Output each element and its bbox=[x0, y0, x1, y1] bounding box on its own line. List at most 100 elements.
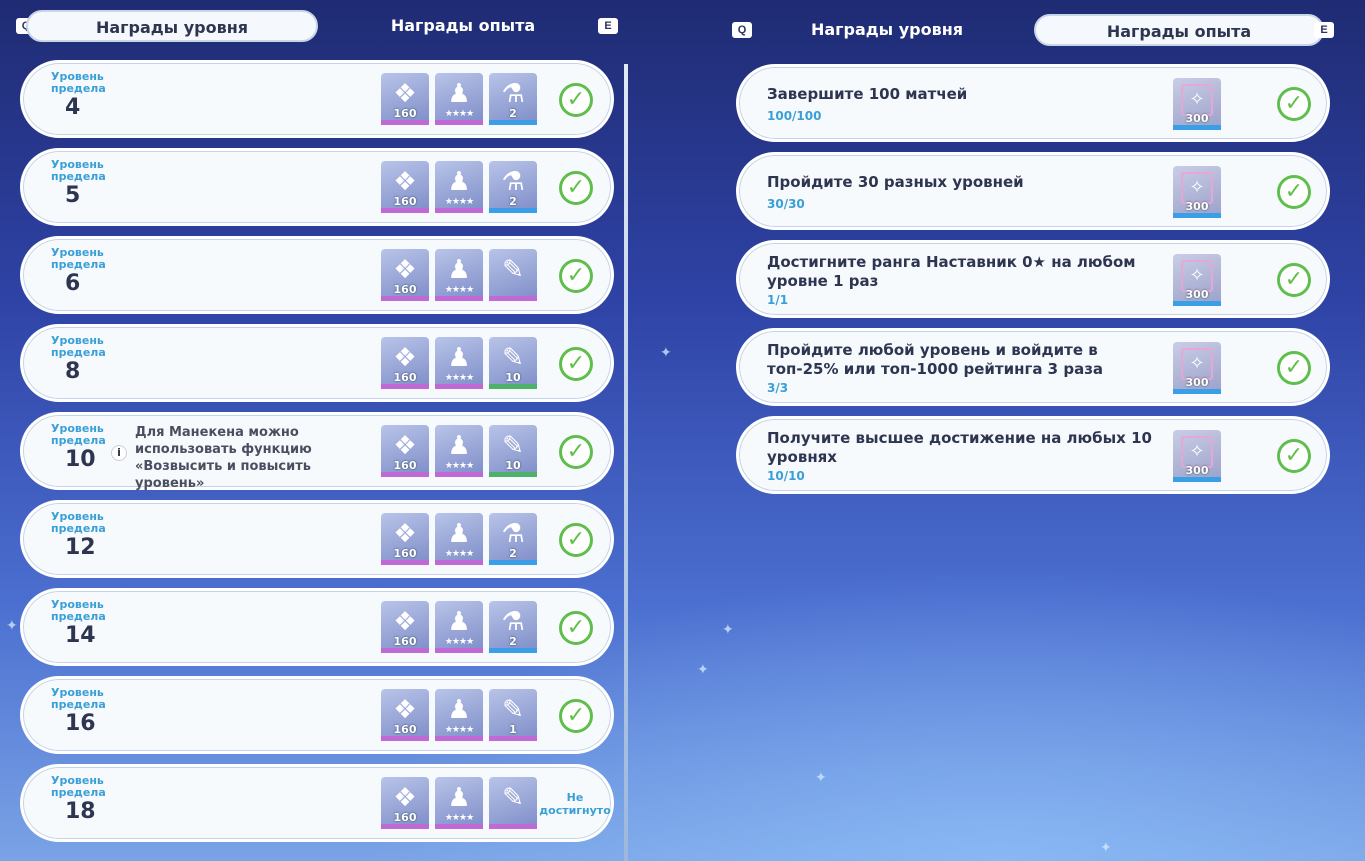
exp-task-row[interactable]: Достигните ранга Наставник 0★ на любом у… bbox=[736, 240, 1330, 318]
check-icon: ✓ bbox=[559, 523, 593, 557]
rarity-bar bbox=[1173, 301, 1221, 306]
reward-item[interactable]: ❖ 160 bbox=[381, 777, 429, 829]
reward-item[interactable]: ♟ ★★★★ bbox=[435, 689, 483, 741]
rarity-bar bbox=[489, 472, 537, 477]
check-icon: ✓ bbox=[559, 171, 593, 205]
reward-count: ★★★★ bbox=[444, 549, 474, 559]
brush-icon: ✎ bbox=[502, 255, 524, 285]
reward-item[interactable]: ❖ 160 bbox=[381, 161, 429, 213]
reward-item[interactable]: ♟ ★★★★ bbox=[435, 249, 483, 301]
reward-item[interactable]: ✧ 300 bbox=[1173, 78, 1221, 130]
level-reward-row[interactable]: Уровень предела 12 ❖ 160 ♟ ★★★★ ⚗ 2 ✓ bbox=[20, 500, 614, 578]
crystal-icon: ❖ bbox=[393, 343, 417, 373]
rarity-bar bbox=[435, 120, 483, 125]
level-reward-row[interactable]: Уровень предела 5 ❖ 160 ♟ ★★★★ ⚗ 2 ✓ bbox=[20, 148, 614, 226]
exp-task-row[interactable]: Пройдите 30 разных уровней 30/30 ✧ 300 ✓ bbox=[736, 152, 1330, 230]
rarity-bar bbox=[435, 736, 483, 741]
exp-rewards-panel: Q Награды уровня Награды опыта E Заверши… bbox=[628, 0, 1365, 861]
level-reward-row[interactable]: Уровень предела 4 ❖ 160 ♟ ★★★★ ⚗ 2 ✓ bbox=[20, 60, 614, 138]
rarity-bar bbox=[1173, 389, 1221, 394]
tab-exp-rewards[interactable]: Награды опыта bbox=[318, 10, 608, 42]
reward-item[interactable]: ♟ ★★★★ bbox=[435, 337, 483, 389]
crystal-icon: ❖ bbox=[393, 607, 417, 637]
reward-item[interactable]: ✎ 10 bbox=[489, 337, 537, 389]
check-icon: ✓ bbox=[1277, 263, 1311, 297]
exp-task-row[interactable]: Получите высшее достижение на любых 10 у… bbox=[736, 416, 1330, 494]
reward-item[interactable]: ♟ ★★★★ bbox=[435, 601, 483, 653]
reward-item[interactable]: ✧ 300 bbox=[1173, 430, 1221, 482]
reward-item[interactable]: ✎ 10 bbox=[489, 425, 537, 477]
reward-item[interactable]: ♟ ★★★★ bbox=[435, 425, 483, 477]
rarity-bar bbox=[435, 384, 483, 389]
tab-level-rewards[interactable]: Награды уровня bbox=[26, 10, 318, 42]
reward-item[interactable]: ⚗ 2 bbox=[489, 513, 537, 565]
reward-item[interactable]: ❖ 160 bbox=[381, 689, 429, 741]
reward-count: ★★★★ bbox=[444, 461, 474, 471]
check-icon: ✓ bbox=[559, 83, 593, 117]
task-title: Получите высшее достижение на любых 10 у… bbox=[767, 429, 1152, 466]
reward-item[interactable]: ❖ 160 bbox=[381, 73, 429, 125]
reward-count: 300 bbox=[1185, 376, 1209, 389]
level-number: 10 bbox=[65, 447, 96, 472]
reward-item[interactable]: ❖ 160 bbox=[381, 337, 429, 389]
rarity-bar bbox=[435, 648, 483, 653]
reward-item[interactable]: ⚗ 2 bbox=[489, 161, 537, 213]
level-reward-row[interactable]: Уровень предела 18 ❖ 160 ♟ ★★★★ ✎ Не дос… bbox=[20, 764, 614, 842]
reward-count: 160 bbox=[393, 371, 417, 384]
crystal-icon: ❖ bbox=[393, 519, 417, 549]
reward-count: 2 bbox=[509, 635, 517, 648]
reward-count: 2 bbox=[509, 547, 517, 560]
reward-item[interactable]: ❖ 160 bbox=[381, 249, 429, 301]
rarity-bar bbox=[381, 736, 429, 741]
reward-count: ★★★★ bbox=[444, 725, 474, 735]
check-icon: ✓ bbox=[1277, 87, 1311, 121]
level-reward-row[interactable]: Уровень предела 14 ❖ 160 ♟ ★★★★ ⚗ 2 ✓ bbox=[20, 588, 614, 666]
reward-item[interactable]: ❖ 160 bbox=[381, 425, 429, 477]
reward-item[interactable]: ✧ 300 bbox=[1173, 166, 1221, 218]
level-number: 12 bbox=[65, 535, 96, 560]
exp-task-row[interactable]: Пройдите любой уровень и войдите в топ-2… bbox=[736, 328, 1330, 406]
tab-level-rewards[interactable]: Награды уровня bbox=[742, 14, 1032, 46]
brush-icon: ✎ bbox=[502, 695, 524, 725]
level-reward-row[interactable]: Уровень предела 8 ❖ 160 ♟ ★★★★ ✎ 10 ✓ bbox=[20, 324, 614, 402]
reward-item[interactable]: ⚗ 2 bbox=[489, 73, 537, 125]
check-icon: ✓ bbox=[559, 699, 593, 733]
reward-count: ★★★★ bbox=[444, 813, 474, 823]
info-icon[interactable]: i bbox=[111, 445, 127, 461]
level-label: Уровень предела bbox=[51, 334, 106, 359]
reward-item[interactable]: ✎ bbox=[489, 777, 537, 829]
outfit-icon: ♟ bbox=[447, 343, 471, 373]
reward-count: ★★★★ bbox=[444, 373, 474, 383]
reward-item[interactable]: ❖ 160 bbox=[381, 513, 429, 565]
level-reward-row[interactable]: Уровень предела 16 ❖ 160 ♟ ★★★★ ✎ 1 ✓ bbox=[20, 676, 614, 754]
level-label: Уровень предела bbox=[51, 158, 106, 183]
outfit-icon: ♟ bbox=[447, 431, 471, 461]
reward-item[interactable]: ♟ ★★★★ bbox=[435, 513, 483, 565]
reward-item[interactable]: ⚗ 2 bbox=[489, 601, 537, 653]
reward-count: 10 bbox=[505, 371, 521, 384]
reward-item[interactable]: ✧ 300 bbox=[1173, 342, 1221, 394]
reward-count: 160 bbox=[393, 547, 417, 560]
reward-item[interactable]: ♟ ★★★★ bbox=[435, 777, 483, 829]
outfit-icon: ♟ bbox=[447, 167, 471, 197]
reward-count: 1 bbox=[509, 723, 517, 736]
reward-item[interactable]: ♟ ★★★★ bbox=[435, 161, 483, 213]
rarity-bar bbox=[489, 120, 537, 125]
reward-item[interactable]: ❖ 160 bbox=[381, 601, 429, 653]
reward-item[interactable]: ✎ 1 bbox=[489, 689, 537, 741]
brush-icon: ✎ bbox=[502, 431, 524, 461]
level-reward-row[interactable]: Уровень предела 10 i Для Манекена можно и… bbox=[20, 412, 614, 491]
rarity-bar bbox=[435, 208, 483, 213]
exp-task-row[interactable]: Завершите 100 матчей 100/100 ✧ 300 ✓ bbox=[736, 64, 1330, 142]
level-reward-row[interactable]: Уровень предела 6 ❖ 160 ♟ ★★★★ ✎ ✓ bbox=[20, 236, 614, 314]
reward-item[interactable]: ♟ ★★★★ bbox=[435, 73, 483, 125]
task-title: Пройдите 30 разных уровней bbox=[767, 173, 1024, 191]
rarity-bar bbox=[1173, 213, 1221, 218]
reward-count: 160 bbox=[393, 107, 417, 120]
reward-item[interactable]: ✧ 300 bbox=[1173, 254, 1221, 306]
check-icon: ✓ bbox=[1277, 439, 1311, 473]
reward-item[interactable]: ✎ bbox=[489, 249, 537, 301]
rarity-bar bbox=[489, 648, 537, 653]
tab-exp-rewards[interactable]: Награды опыта bbox=[1034, 14, 1324, 46]
reward-count: ★★★★ bbox=[444, 285, 474, 295]
